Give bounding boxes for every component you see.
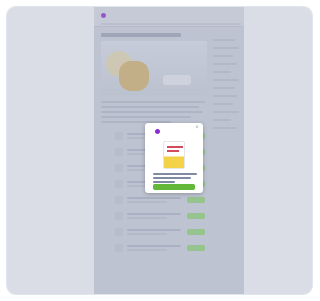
modal-text-line bbox=[153, 177, 191, 179]
close-icon[interactable]: × bbox=[194, 125, 200, 131]
modal-text-line bbox=[153, 173, 197, 175]
ebook-cover-title-bar bbox=[167, 146, 183, 148]
brand-logo-icon bbox=[155, 129, 160, 135]
modal-text-line bbox=[153, 181, 175, 183]
modal-cta-button[interactable] bbox=[153, 184, 195, 190]
signup-modal: × bbox=[145, 123, 203, 193]
ebook-cover-subtitle-bar bbox=[167, 150, 179, 152]
modal-brand-logo bbox=[155, 129, 162, 135]
screenshot-card: × bbox=[6, 6, 313, 295]
ebook-cover-icon bbox=[163, 141, 185, 169]
